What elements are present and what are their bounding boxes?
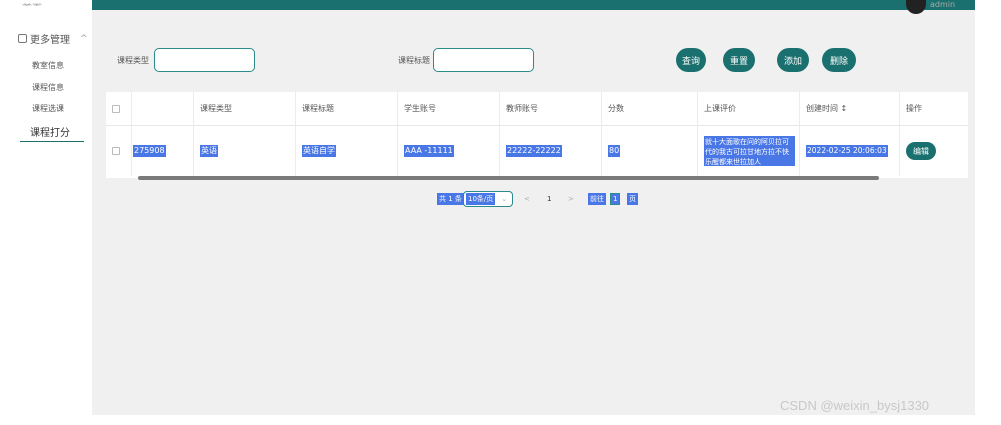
column-header-created-at[interactable]: 创建时间 ↕ (800, 92, 900, 125)
data-table: 课程类型 课程标题 学生账号 教师账号 分数 上课评价 创建时间 ↕ 操作 27… (106, 92, 968, 178)
cell-course-title: 英语自学 (296, 126, 398, 176)
cell-course-title-text: 英语自学 (302, 145, 336, 157)
user-name[interactable]: admin (930, 0, 955, 10)
pagination-total: 共 1 条 (437, 192, 464, 206)
sidebar-group-more[interactable]: 更多管理 ^ (18, 31, 88, 46)
cell-created-at: 2022-02-25 20:06:03 (800, 126, 900, 176)
column-header-course-title: 课程标题 (296, 92, 398, 125)
column-header-student-account: 学生账号 (398, 92, 500, 125)
sidebar-item-home[interactable]: 首页 (22, 0, 50, 6)
sidebar: 首页 更多管理 ^ 教室信息 课程信息 课程选课 课程打分 (0, 0, 92, 425)
table-header: 课程类型 课程标题 学生账号 教师账号 分数 上课评价 创建时间 ↕ 操作 (106, 92, 968, 126)
select-all-checkbox[interactable] (112, 104, 120, 113)
watermark: CSDN @weixin_bysj1330 (780, 398, 930, 413)
page-number-1[interactable]: 1 (547, 192, 551, 206)
next-page-button[interactable]: > (568, 192, 574, 206)
goto-page-value: 1 (610, 193, 621, 205)
row-checkbox[interactable] (112, 147, 120, 155)
select-all-cell[interactable] (106, 92, 132, 125)
edit-button[interactable]: 编辑 (906, 142, 936, 160)
chevron-up-icon: ^ (80, 33, 88, 44)
cell-created-at-text: 2022-02-25 20:06:03 (806, 145, 888, 157)
column-header-score: 分数 (602, 92, 698, 125)
sidebar-item-course-grading[interactable]: 课程打分 (30, 124, 70, 139)
chevron-down-icon: ⌄ (501, 195, 508, 203)
page-size-select[interactable]: 10条/页 ⌄ (463, 191, 513, 207)
column-header-action: 操作 (906, 104, 922, 113)
cell-student-account: AAA -11111 (398, 126, 500, 176)
course-type-label: 课程类型 (117, 56, 149, 65)
column-header-course-type: 课程类型 (194, 92, 296, 125)
reset-button[interactable]: 重置 (723, 48, 755, 72)
cell-teacher-account-text: 22222-22222 (506, 145, 562, 157)
prev-page-button[interactable]: < (524, 192, 530, 206)
table-row[interactable]: 275908 英语 英语自学 AAA -11111 22222-22222 80… (106, 126, 968, 176)
menu-icon (18, 34, 27, 43)
cell-evaluation: 就十大面歌在问的阿贝拉可代的我古可拉甘地方拉不快乐醒都来世拉加人 (698, 126, 800, 176)
top-bar (92, 0, 975, 10)
cell-score: 80 (602, 126, 698, 176)
goto-label-text: 前往 (588, 193, 606, 205)
page-size-text: 10条/页 (466, 193, 496, 205)
query-button[interactable]: 查询 (676, 48, 706, 72)
pagination-total-text: 共 1 条 (437, 193, 464, 205)
delete-button[interactable]: 删除 (822, 48, 856, 72)
goto-page-input[interactable]: 1 (610, 192, 621, 206)
row-select-cell[interactable] (106, 126, 132, 176)
cell-id-text: 275908 (133, 145, 166, 157)
sidebar-item-classroom[interactable]: 教室信息 (32, 60, 64, 71)
pagination: 共 1 条 10条/页 ⌄ < 1 > 前往 1 页 (92, 189, 975, 209)
course-title-label: 课程标题 (398, 56, 430, 65)
page-unit: 页 (627, 192, 638, 206)
cell-evaluation-text: 就十大面歌在问的阿贝拉可代的我古可拉甘地方拉不快乐醒都来世拉加人 (704, 136, 795, 166)
column-header-id (132, 92, 194, 125)
cell-course-type-text: 英语 (200, 145, 218, 157)
column-header-teacher-account: 教师账号 (500, 92, 602, 125)
sidebar-item-course-info[interactable]: 课程信息 (32, 82, 64, 93)
add-button[interactable]: 添加 (777, 48, 809, 72)
cell-score-text: 80 (608, 145, 621, 157)
main-content: 课程类型 课程标题 查询 重置 添加 删除 课程类型 课程标题 学生账号 教师账… (92, 0, 975, 415)
cell-course-type: 英语 (194, 126, 296, 176)
cell-action: 编辑 (900, 126, 968, 176)
sidebar-item-course-selection[interactable]: 课程选课 (32, 103, 64, 114)
active-indicator (20, 141, 84, 142)
search-form: 课程类型 课程标题 查询 重置 添加 删除 (92, 40, 975, 80)
cell-student-account-text: AAA -11111 (404, 145, 454, 157)
cell-teacher-account: 22222-22222 (500, 126, 602, 176)
course-type-input[interactable] (154, 48, 255, 72)
cell-id: 275908 (132, 126, 194, 176)
goto-label: 前往 (588, 192, 606, 206)
column-header-evaluation: 上课评价 (698, 92, 800, 125)
sidebar-group-label: 更多管理 (30, 35, 70, 46)
course-title-input[interactable] (433, 48, 534, 72)
horizontal-scrollbar[interactable] (138, 176, 879, 180)
page-unit-text: 页 (627, 193, 638, 205)
